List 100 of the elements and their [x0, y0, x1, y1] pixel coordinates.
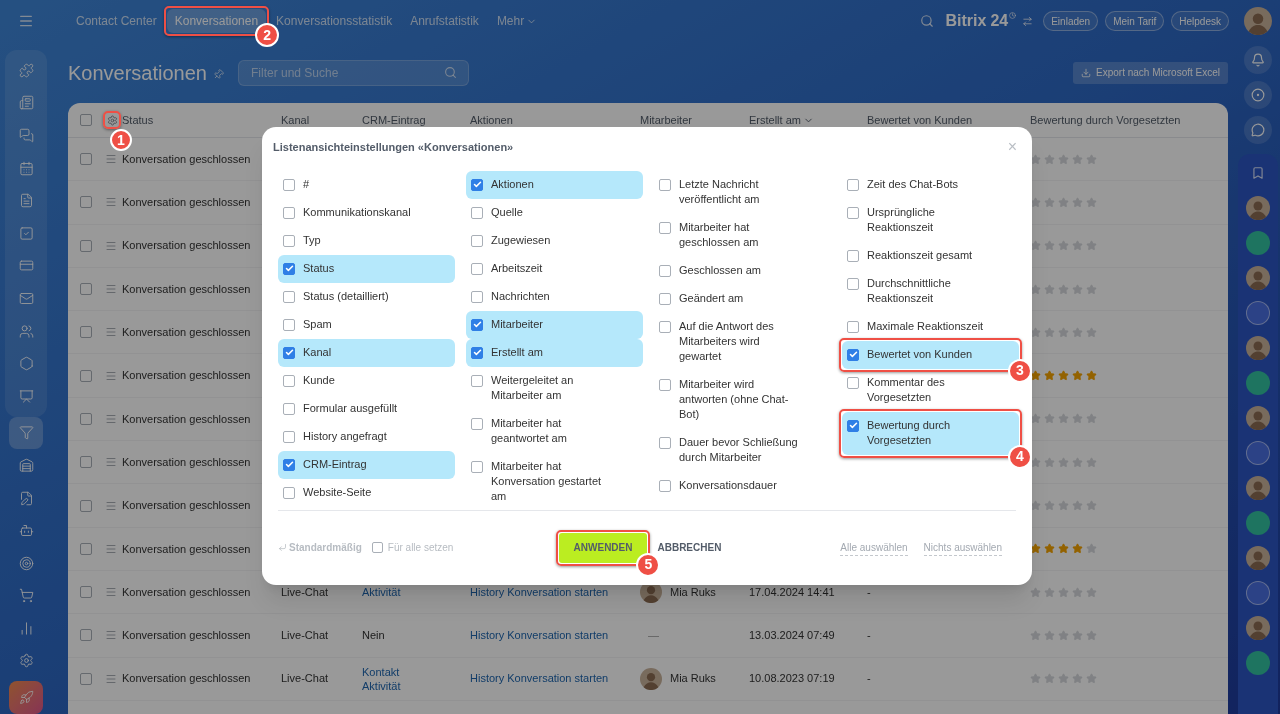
- checkbox[interactable]: [283, 206, 295, 219]
- column-option[interactable]: Quelle: [466, 198, 643, 227]
- drag-handle-icon[interactable]: [105, 412, 117, 425]
- checkbox[interactable]: [847, 178, 859, 191]
- column-option[interactable]: Geschlossen am: [654, 256, 831, 285]
- checkbox[interactable]: [471, 206, 483, 219]
- column-option[interactable]: Mitarbeiter hat geantwortet am: [466, 409, 643, 453]
- column-option[interactable]: Geändert am: [654, 284, 831, 313]
- chat-avatar[interactable]: [1246, 441, 1270, 465]
- column-option[interactable]: Spam: [278, 310, 455, 339]
- checkbox[interactable]: [80, 153, 92, 166]
- column-option[interactable]: Nachrichten: [466, 282, 643, 311]
- checkbox[interactable]: [847, 320, 859, 333]
- crm-link[interactable]: Aktivität: [362, 585, 470, 600]
- drag-handle-icon[interactable]: [105, 672, 117, 685]
- logo[interactable]: Bitrix 24: [945, 9, 1017, 33]
- column-option[interactable]: Aktionen: [466, 170, 643, 199]
- drag-handle-icon[interactable]: [105, 629, 117, 642]
- checkbox[interactable]: [80, 196, 92, 209]
- checkbox[interactable]: [371, 542, 383, 554]
- checkbox[interactable]: [283, 262, 295, 275]
- action-link[interactable]: History Konversation starten: [470, 585, 609, 598]
- checkbox[interactable]: [659, 264, 671, 277]
- settings-icon[interactable]: [106, 114, 118, 126]
- checkbox[interactable]: [471, 346, 483, 359]
- drag-handle-icon[interactable]: [105, 283, 117, 296]
- checkbox[interactable]: [80, 499, 92, 512]
- checkbox[interactable]: [283, 486, 295, 499]
- column-header[interactable]: Status: [122, 111, 154, 129]
- column-option[interactable]: Konversationsdauer: [654, 471, 831, 500]
- column-option[interactable]: Kunde: [278, 366, 455, 395]
- column-header[interactable]: CRM-Eintrag: [362, 111, 426, 129]
- checkbox[interactable]: [80, 456, 92, 469]
- menu-icon[interactable]: [18, 13, 34, 29]
- checkbox[interactable]: [471, 234, 483, 247]
- column-option[interactable]: Kommunikationskanal: [278, 198, 455, 227]
- checkbox[interactable]: [847, 376, 859, 389]
- checkbox[interactable]: [471, 460, 483, 473]
- column-option[interactable]: Letzte Nachricht veröffentlicht am: [654, 170, 831, 214]
- drag-handle-icon[interactable]: [105, 499, 117, 512]
- column-header[interactable]: Bewertet von Kunden: [867, 111, 973, 129]
- column-option[interactable]: Zugewiesen: [466, 226, 643, 255]
- column-option[interactable]: Mitarbeiter hat geschlossen am: [654, 213, 831, 257]
- column-header[interactable]: Mitarbeiter: [640, 111, 692, 129]
- checkbox[interactable]: [471, 290, 483, 303]
- drag-handle-icon[interactable]: [105, 542, 117, 555]
- checkbox[interactable]: [80, 369, 92, 382]
- action-link[interactable]: History Konversation starten: [470, 672, 609, 685]
- checkbox[interactable]: [80, 326, 92, 339]
- column-option[interactable]: Dauer bevor Schließung durch Mitarbeiter: [654, 428, 831, 472]
- column-option[interactable]: Bewertung durch Vorgesetzten: [842, 411, 1019, 455]
- checkbox[interactable]: [659, 178, 671, 191]
- column-option[interactable]: History angefragt: [278, 422, 455, 451]
- checkbox[interactable]: [847, 419, 859, 432]
- column-option[interactable]: #: [278, 170, 455, 199]
- column-option[interactable]: Website-Seite: [278, 478, 455, 507]
- checkbox[interactable]: [471, 262, 483, 275]
- checkbox[interactable]: [659, 292, 671, 305]
- checkbox[interactable]: [471, 318, 483, 331]
- checkbox[interactable]: [847, 348, 859, 361]
- column-option[interactable]: Typ: [278, 226, 455, 255]
- column-option[interactable]: Ursprüngliche Reaktionszeit: [842, 198, 1019, 242]
- checkbox[interactable]: [80, 629, 92, 642]
- checkbox[interactable]: [283, 402, 295, 415]
- chat-avatar[interactable]: [1246, 301, 1270, 325]
- chat-avatar[interactable]: [1246, 231, 1270, 255]
- checkbox[interactable]: [80, 283, 92, 296]
- column-option[interactable]: Mitarbeiter hat Konversation gestartet am: [466, 452, 643, 511]
- column-header[interactable]: Erstellt am: [749, 111, 814, 129]
- search-icon[interactable]: [919, 14, 934, 28]
- drag-handle-icon[interactable]: [105, 456, 117, 469]
- checkbox[interactable]: [283, 374, 295, 387]
- column-option[interactable]: Maximale Reaktionszeit: [842, 312, 1019, 341]
- checkbox[interactable]: [80, 412, 92, 425]
- action-link[interactable]: History Konversation starten: [470, 629, 609, 642]
- drag-handle-icon[interactable]: [105, 326, 117, 339]
- column-option[interactable]: Erstellt am: [466, 338, 643, 367]
- column-option[interactable]: Auf die Antwort des Mitarbeiters wird gewartet: [654, 312, 831, 371]
- column-option[interactable]: Durchschnittliche Reaktionszeit: [842, 269, 1019, 313]
- drag-handle-icon[interactable]: [105, 153, 117, 166]
- column-option[interactable]: Weitergeleitet an Mitarbeiter am: [466, 366, 643, 410]
- column-option[interactable]: Zeit des Chat-Bots: [842, 170, 1019, 199]
- checkbox[interactable]: [659, 320, 671, 333]
- checkbox[interactable]: [471, 178, 483, 191]
- checkbox[interactable]: [659, 436, 671, 449]
- checkbox[interactable]: [471, 374, 483, 387]
- checkbox[interactable]: [283, 430, 295, 443]
- crm-link[interactable]: Kontakt: [362, 664, 470, 679]
- column-option[interactable]: Mitarbeiter: [466, 310, 643, 339]
- crm-link[interactable]: Aktivität: [362, 678, 470, 693]
- column-option[interactable]: Status: [278, 254, 455, 283]
- checkbox[interactable]: [283, 318, 295, 331]
- column-header[interactable]: Aktionen: [470, 111, 513, 129]
- column-option[interactable]: Arbeitszeit: [466, 254, 643, 283]
- checkbox[interactable]: [80, 114, 92, 126]
- chat-avatar[interactable]: [1246, 511, 1270, 535]
- column-option[interactable]: Mitarbeiter wird antworten (ohne Chat-Bot): [654, 370, 831, 429]
- checkbox[interactable]: [659, 479, 671, 492]
- chat-avatar[interactable]: [1246, 371, 1270, 395]
- checkbox[interactable]: [80, 586, 92, 599]
